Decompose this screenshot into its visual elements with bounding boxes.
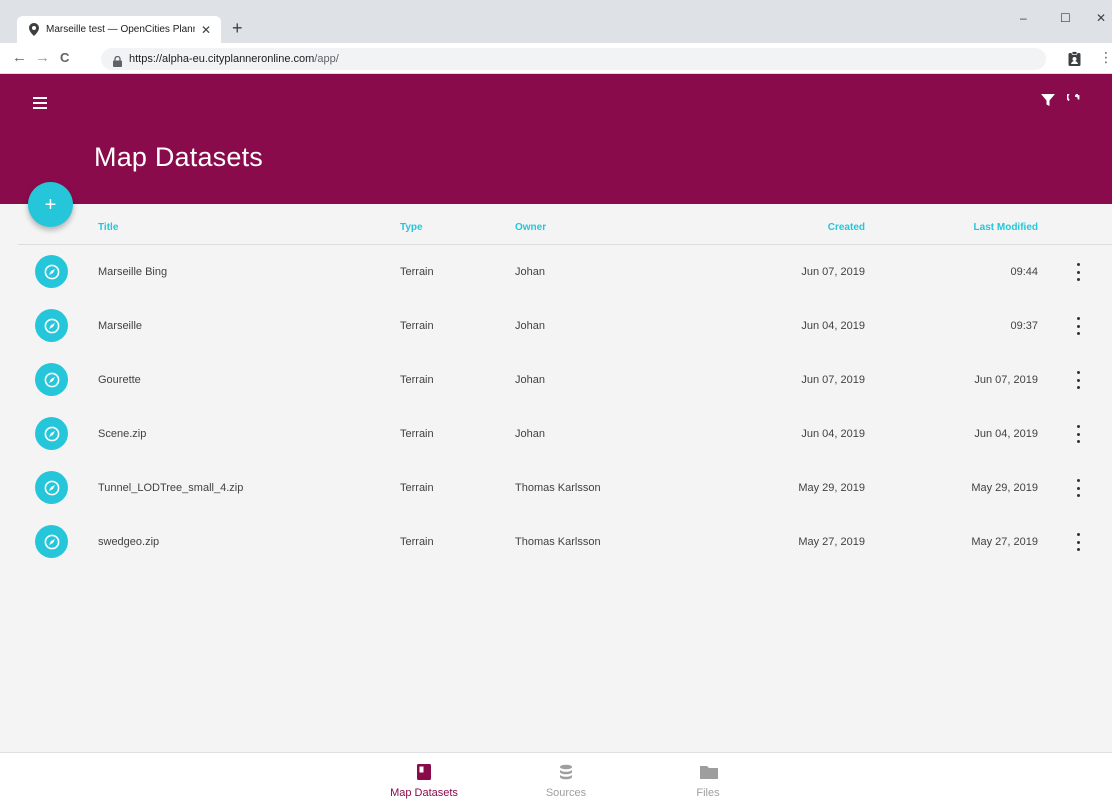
table-row[interactable]: Gourette Terrain Johan Jun 07, 2019 Jun … [18, 353, 1112, 407]
address-bar[interactable]: https://alpha-eu.cityplanneronline.com/a… [101, 48, 1046, 70]
table-row[interactable]: Marseille Terrain Johan Jun 04, 2019 09:… [18, 299, 1112, 353]
row-type: Terrain [400, 536, 434, 548]
row-created: Jun 04, 2019 [801, 428, 865, 440]
row-more-menu-icon[interactable] [1075, 425, 1081, 443]
row-type: Terrain [400, 374, 434, 386]
compass-icon [35, 417, 68, 450]
back-button[interactable]: ← [12, 50, 27, 65]
refresh-icon[interactable] [1066, 91, 1080, 107]
column-header-owner[interactable]: Owner [515, 222, 546, 233]
row-type: Terrain [400, 266, 434, 278]
column-header-title[interactable]: Title [98, 222, 118, 233]
url-text: https://alpha-eu.cityplanneronline.com/a… [129, 53, 339, 65]
row-owner: Johan [515, 320, 545, 332]
nav-label: Map Datasets [390, 787, 458, 799]
bottom-navigation: Map Datasets Sources Files [0, 752, 1112, 808]
url-host: https://alpha-eu.cityplanneronline.com [129, 53, 315, 65]
row-type: Terrain [400, 428, 434, 440]
row-created: May 29, 2019 [798, 482, 865, 494]
browser-tab-title: Marseille test — OpenCities Plann [46, 24, 195, 35]
add-dataset-button[interactable]: + [28, 182, 73, 227]
maximize-button[interactable]: ☐ [1060, 12, 1071, 24]
row-last-modified: 09:37 [1010, 320, 1038, 332]
map-datasets-icon [415, 763, 433, 781]
row-more-menu-icon[interactable] [1075, 263, 1081, 281]
filter-icon[interactable] [1041, 93, 1055, 107]
app-header: Map Datasets [0, 74, 1112, 204]
row-created: Jun 07, 2019 [801, 374, 865, 386]
forward-button[interactable]: → [35, 50, 50, 65]
row-owner: Johan [515, 266, 545, 278]
hamburger-menu-icon[interactable] [33, 97, 47, 109]
database-icon [557, 763, 575, 781]
compass-icon [35, 309, 68, 342]
row-last-modified: May 27, 2019 [971, 536, 1038, 548]
row-owner: Thomas Karlsson [515, 536, 601, 548]
nav-sources[interactable]: Sources [511, 753, 621, 808]
row-created: Jun 07, 2019 [801, 266, 865, 278]
row-more-menu-icon[interactable] [1075, 479, 1081, 497]
row-title: Scene.zip [98, 428, 147, 440]
row-created: Jun 04, 2019 [801, 320, 865, 332]
row-title: Tunnel_LODTree_small_4.zip [98, 482, 244, 494]
row-created: May 27, 2019 [798, 536, 865, 548]
minimize-button[interactable]: – [1020, 12, 1027, 24]
row-owner: Thomas Karlsson [515, 482, 601, 494]
nav-label: Files [696, 787, 720, 799]
folder-icon [699, 763, 718, 781]
tab-close-icon[interactable]: ✕ [201, 24, 211, 36]
location-pin-icon [28, 23, 40, 37]
column-header-type[interactable]: Type [400, 222, 423, 233]
clipboard-extension-icon[interactable] [1068, 51, 1081, 66]
row-more-menu-icon[interactable] [1075, 317, 1081, 335]
table-row[interactable]: swedgeo.zip Terrain Thomas Karlsson May … [18, 515, 1112, 569]
column-header-created[interactable]: Created [765, 222, 865, 233]
row-more-menu-icon[interactable] [1075, 371, 1081, 389]
row-title: Marseille Bing [98, 266, 168, 278]
row-last-modified: 09:44 [1010, 266, 1038, 278]
window-close-button[interactable]: ✕ [1096, 12, 1106, 24]
row-title: Gourette [98, 374, 141, 386]
browser-toolbar: ← → C https://alpha-eu.cityplanneronline… [0, 43, 1112, 74]
table-row[interactable]: Scene.zip Terrain Johan Jun 04, 2019 Jun… [18, 407, 1112, 461]
page-title: Map Datasets [94, 142, 263, 172]
browser-tab[interactable]: Marseille test — OpenCities Plann ✕ [17, 16, 221, 43]
compass-icon [35, 363, 68, 396]
row-title: Marseille [98, 320, 143, 332]
row-last-modified: Jun 04, 2019 [974, 428, 1038, 440]
row-last-modified: May 29, 2019 [971, 482, 1038, 494]
row-owner: Johan [515, 374, 545, 386]
compass-icon [35, 525, 68, 558]
new-tab-button[interactable]: + [232, 19, 243, 37]
nav-label: Sources [545, 787, 587, 799]
row-title: swedgeo.zip [98, 536, 160, 548]
browser-menu-button[interactable]: ⋮ [1099, 49, 1112, 66]
row-more-menu-icon[interactable] [1075, 533, 1081, 551]
table-row[interactable]: Marseille Bing Terrain Johan Jun 07, 201… [18, 245, 1112, 299]
compass-icon [35, 471, 68, 504]
lock-icon [113, 54, 122, 67]
url-path: /app/ [314, 53, 339, 65]
row-owner: Johan [515, 428, 545, 440]
row-type: Terrain [400, 482, 434, 494]
table-header: Title Type Owner Created Last Modified [18, 204, 1112, 245]
nav-map-datasets[interactable]: Map Datasets [369, 753, 479, 808]
compass-icon [35, 255, 68, 288]
row-last-modified: Jun 07, 2019 [974, 374, 1038, 386]
table-row[interactable]: Tunnel_LODTree_small_4.zip Terrain Thoma… [18, 461, 1112, 515]
browser-tab-strip: Marseille test — OpenCities Plann ✕ + – … [0, 0, 1112, 43]
nav-files[interactable]: Files [653, 753, 763, 808]
column-header-last-modified[interactable]: Last Modified [938, 222, 1038, 233]
row-type: Terrain [400, 320, 434, 332]
reload-button[interactable]: C [60, 50, 69, 65]
